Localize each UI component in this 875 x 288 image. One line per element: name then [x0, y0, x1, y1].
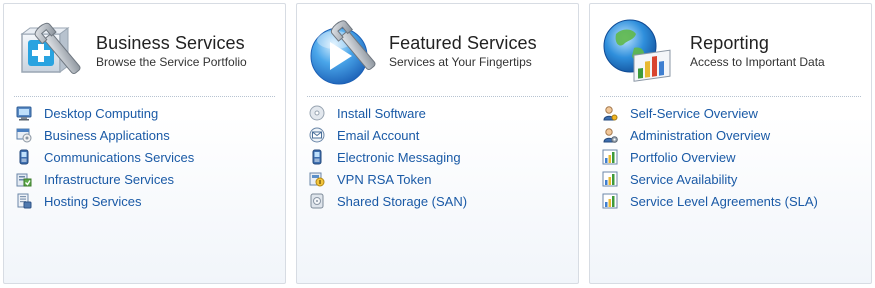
envelope-icon	[309, 127, 325, 143]
divider	[14, 96, 275, 97]
list-item: Install Software	[309, 102, 467, 124]
bar-chart-icon	[602, 171, 618, 187]
list-item: Administration Overview	[602, 124, 818, 146]
list-item: Communications Services	[16, 146, 194, 168]
reporting-logo-icon	[600, 14, 676, 90]
panel-subtitle: Services at Your Fingertips	[389, 55, 532, 69]
hosting-services-link[interactable]: Hosting Services	[44, 194, 142, 209]
storage-drive-icon	[309, 193, 325, 209]
service-level-agreements-link[interactable]: Service Level Agreements (SLA)	[630, 194, 818, 209]
list-item: Service Availability	[602, 168, 818, 190]
panel-subtitle: Browse the Service Portfolio	[96, 55, 247, 69]
business-services-list: Desktop Computing Business Applications …	[16, 102, 194, 212]
panel-header: Business Services Browse the Service Por…	[4, 4, 285, 94]
bar-chart-icon	[602, 193, 618, 209]
business-applications-link[interactable]: Business Applications	[44, 128, 170, 143]
administration-overview-link[interactable]: Administration Overview	[630, 128, 770, 143]
bar-chart-icon	[602, 149, 618, 165]
business-services-panel: Business Services Browse the Service Por…	[3, 3, 286, 284]
self-service-overview-link[interactable]: Self-Service Overview	[630, 106, 758, 121]
install-software-link[interactable]: Install Software	[337, 106, 426, 121]
panel-subtitle: Access to Important Data	[690, 55, 825, 69]
mobile-phone-icon	[16, 149, 32, 165]
list-item: Hosting Services	[16, 190, 194, 212]
reporting-panel: Reporting Access to Important Data Self-…	[589, 3, 872, 284]
list-item: Electronic Messaging	[309, 146, 467, 168]
email-account-link[interactable]: Email Account	[337, 128, 419, 143]
portfolio-overview-link[interactable]: Portfolio Overview	[630, 150, 735, 165]
featured-services-list: Install Software Email Account Electroni…	[309, 102, 467, 212]
disc-icon	[309, 105, 325, 121]
list-item: Self-Service Overview	[602, 102, 818, 124]
featured-services-logo-icon	[307, 14, 383, 90]
panel-title: Business Services	[96, 33, 245, 53]
communications-services-link[interactable]: Communications Services	[44, 150, 194, 165]
electronic-messaging-link[interactable]: Electronic Messaging	[337, 150, 461, 165]
panel-header: Featured Services Services at Your Finge…	[297, 4, 578, 94]
shared-storage-link[interactable]: Shared Storage (SAN)	[337, 194, 467, 209]
list-item: VPN RSA Token	[309, 168, 467, 190]
monitor-icon	[16, 105, 32, 121]
server-document-icon	[16, 193, 32, 209]
desktop-computing-link[interactable]: Desktop Computing	[44, 106, 158, 121]
service-availability-link[interactable]: Service Availability	[630, 172, 737, 187]
admin-person-icon	[602, 127, 618, 143]
application-window-icon	[16, 127, 32, 143]
mobile-phone-icon	[309, 149, 325, 165]
vpn-rsa-token-link[interactable]: VPN RSA Token	[337, 172, 431, 187]
list-item: Email Account	[309, 124, 467, 146]
person-icon	[602, 105, 618, 121]
reporting-list: Self-Service Overview Administration Ove…	[602, 102, 818, 212]
panel-title: Featured Services	[389, 33, 537, 53]
panel-header: Reporting Access to Important Data	[590, 4, 871, 94]
featured-services-panel: Featured Services Services at Your Finge…	[296, 3, 579, 284]
token-icon	[309, 171, 325, 187]
infrastructure-services-link[interactable]: Infrastructure Services	[44, 172, 174, 187]
divider	[307, 96, 568, 97]
list-item: Infrastructure Services	[16, 168, 194, 190]
list-item: Desktop Computing	[16, 102, 194, 124]
business-services-logo-icon	[14, 14, 90, 90]
infrastructure-icon	[16, 171, 32, 187]
list-item: Shared Storage (SAN)	[309, 190, 467, 212]
divider	[600, 96, 861, 97]
list-item: Service Level Agreements (SLA)	[602, 190, 818, 212]
list-item: Portfolio Overview	[602, 146, 818, 168]
panel-title: Reporting	[690, 33, 769, 53]
list-item: Business Applications	[16, 124, 194, 146]
